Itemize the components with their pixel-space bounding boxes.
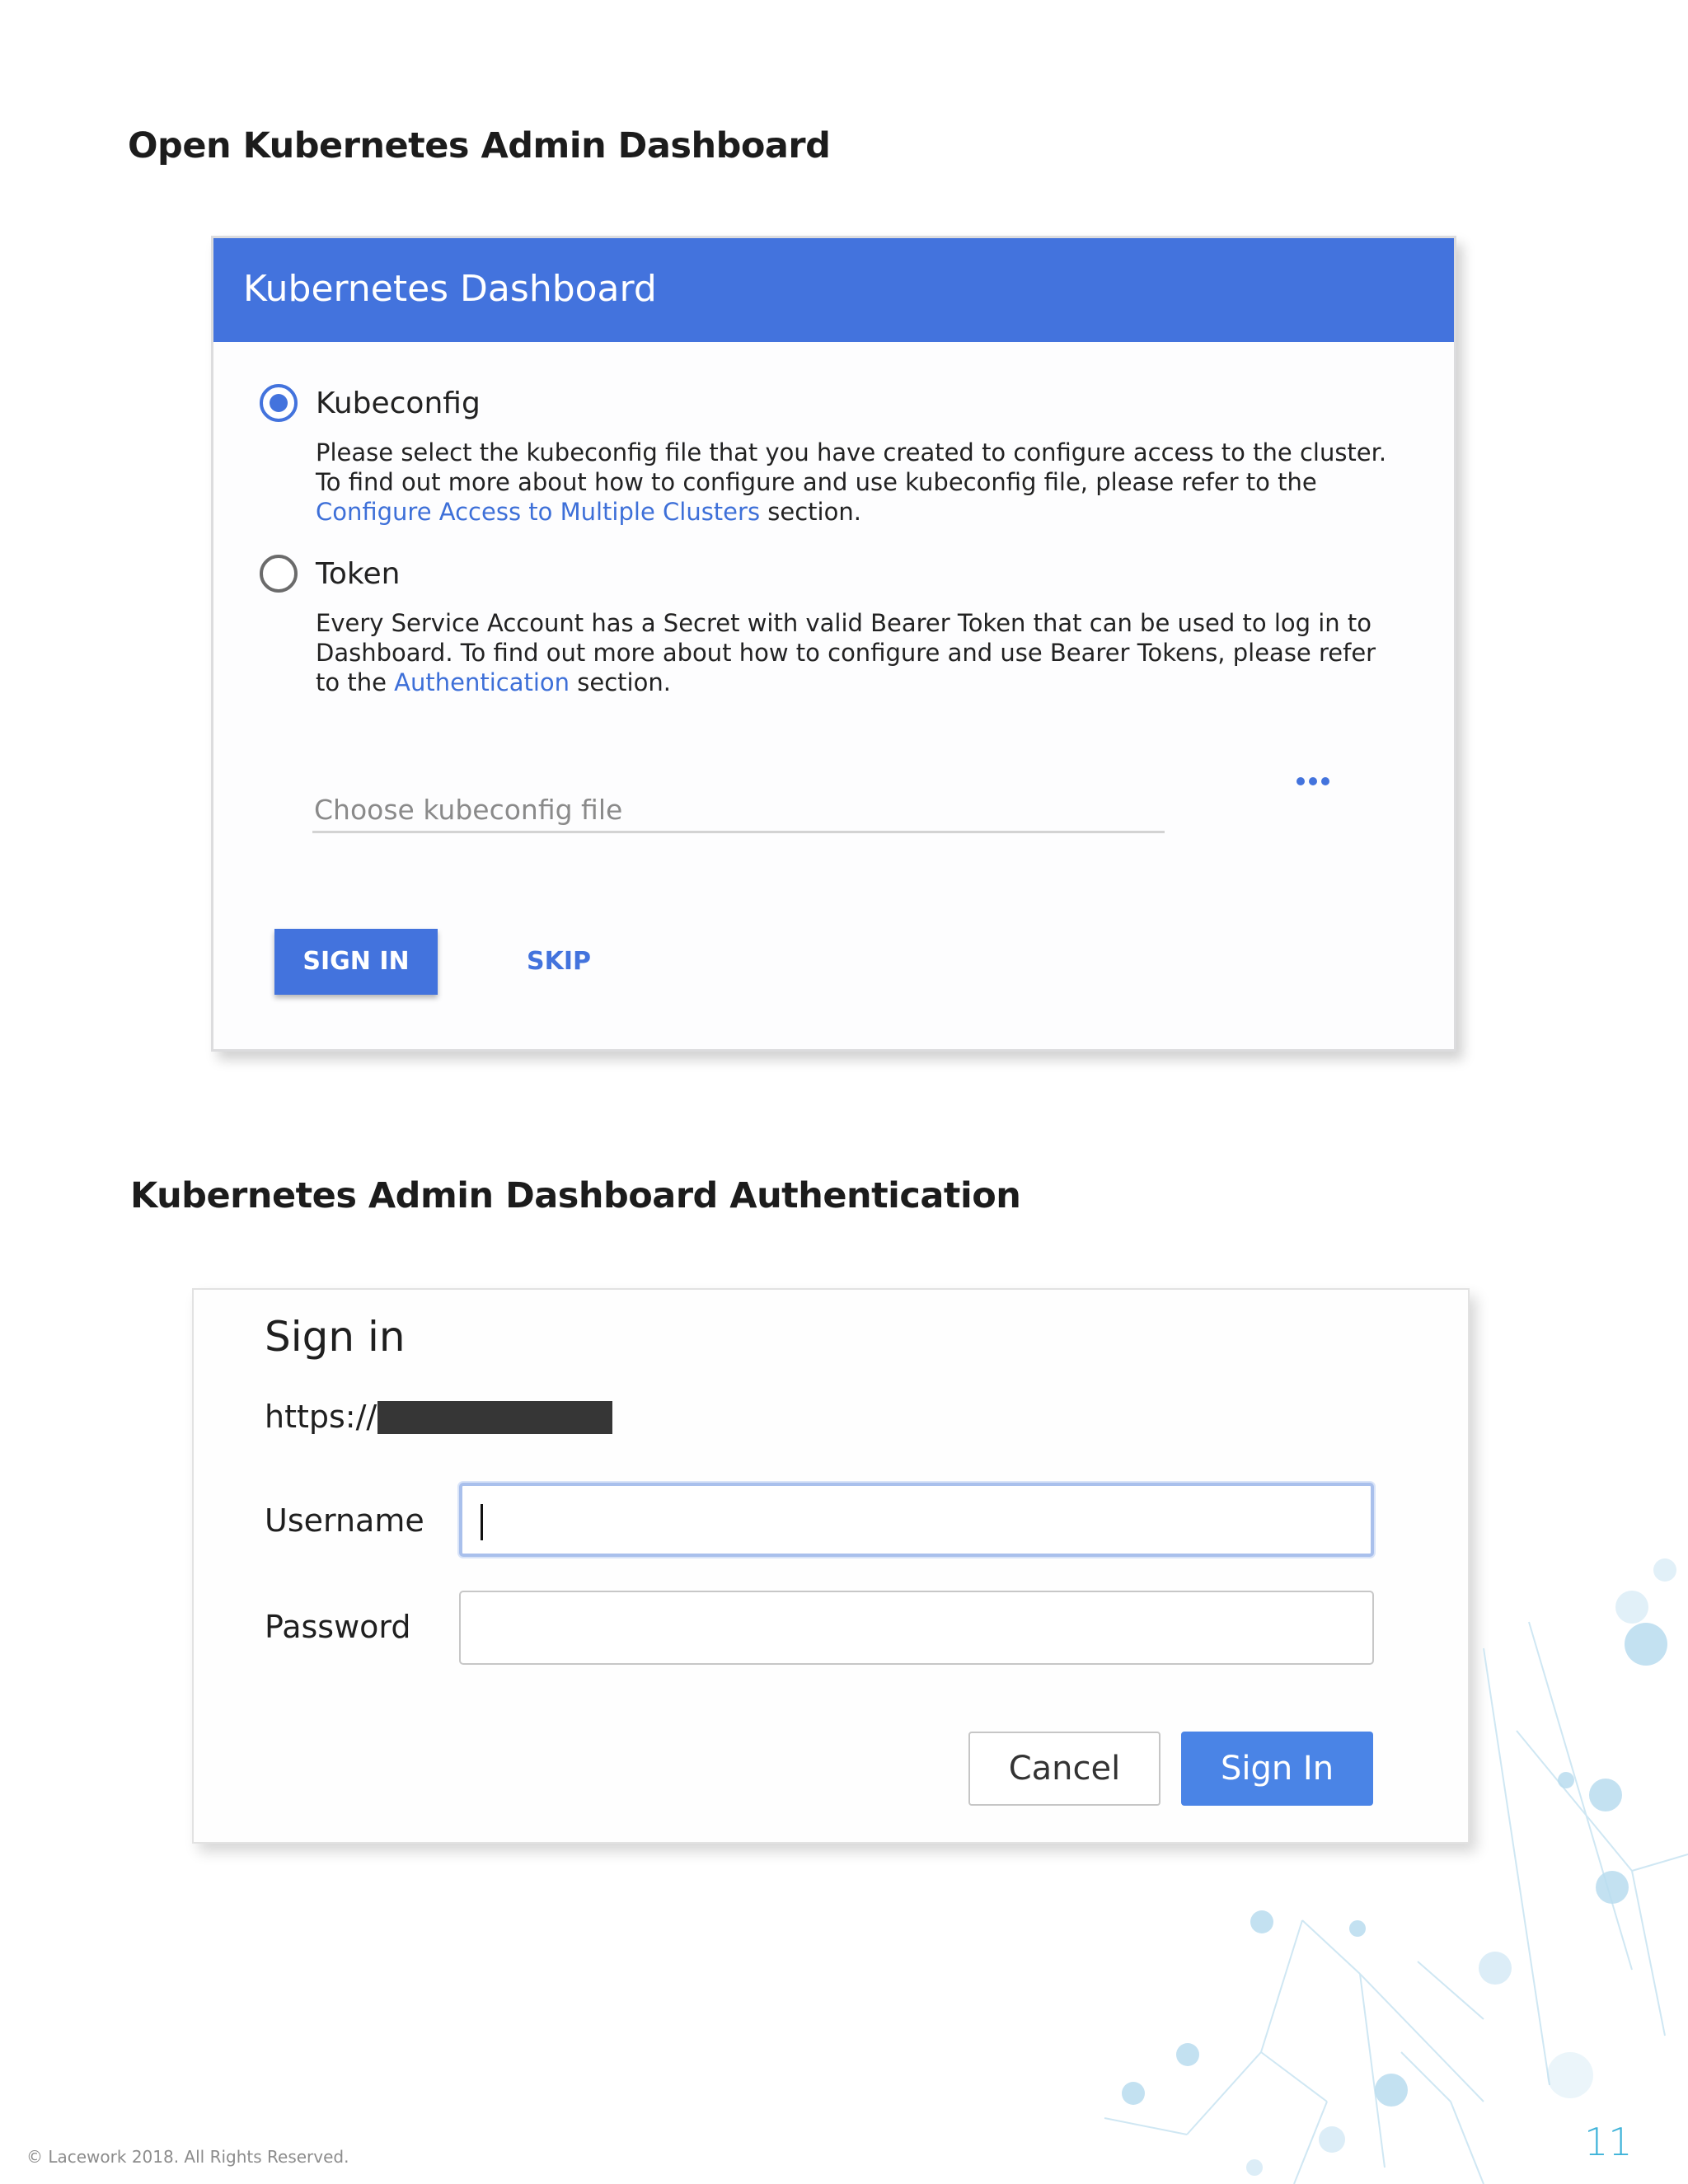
dashboard-header: Kubernetes Dashboard	[213, 238, 1454, 342]
decorative-network-graphic	[1104, 1558, 1688, 2184]
page-number: 11	[1584, 2120, 1633, 2164]
kubeconfig-label: Kubeconfig	[316, 387, 481, 420]
section-heading-open-dashboard: Open Kubernetes Admin Dashboard	[128, 125, 831, 166]
kubeconfig-description: Please select the kubeconfig file that y…	[316, 438, 1387, 527]
token-desc-line1: Every Service Account has a Secret with …	[316, 609, 1372, 637]
token-desc-line3: to the Authentication section.	[316, 668, 1387, 697]
dashboard-title: Kubernetes Dashboard	[243, 268, 657, 310]
more-horizontal-icon[interactable]	[1296, 774, 1334, 787]
token-desc-suffix: section.	[570, 668, 671, 696]
skip-button[interactable]: SKIP	[527, 929, 591, 995]
token-desc-line2: Dashboard. To find out more about how to…	[316, 639, 1376, 667]
sign-in-url: https://	[265, 1399, 377, 1435]
text-caret	[481, 1504, 483, 1540]
authentication-link[interactable]: Authentication	[394, 668, 570, 696]
kubeconfig-desc-suffix: section.	[760, 498, 861, 526]
redacted-host-block	[377, 1401, 612, 1434]
kubeconfig-desc-line3: Configure Access to Multiple Clusters se…	[316, 497, 1387, 527]
token-description: Every Service Account has a Secret with …	[316, 608, 1387, 697]
kubeconfig-radio[interactable]	[260, 384, 298, 422]
token-radio[interactable]	[260, 555, 298, 593]
footer-copyright: © Lacework 2018. All Rights Reserved.	[26, 2147, 349, 2167]
configure-access-link[interactable]: Configure Access to Multiple Clusters	[316, 498, 760, 526]
sign-in-title: Sign in	[265, 1313, 406, 1361]
kubeconfig-desc-line1: Please select the kubeconfig file that y…	[316, 438, 1387, 466]
token-label: Token	[316, 557, 401, 591]
username-label: Username	[265, 1502, 424, 1539]
password-label: Password	[265, 1609, 411, 1645]
kubeconfig-file-input[interactable]: Choose kubeconfig file	[312, 790, 1165, 833]
token-desc-prefix: to the	[316, 668, 395, 696]
sign-in-button[interactable]: SIGN IN	[274, 929, 438, 995]
section-heading-authentication: Kubernetes Admin Dashboard Authenticatio…	[130, 1175, 1021, 1216]
kubernetes-dashboard-dialog: Kubernetes Dashboard Kubeconfig Please s…	[211, 236, 1456, 1052]
kubeconfig-desc-line2: To find out more about how to configure …	[316, 468, 1317, 496]
